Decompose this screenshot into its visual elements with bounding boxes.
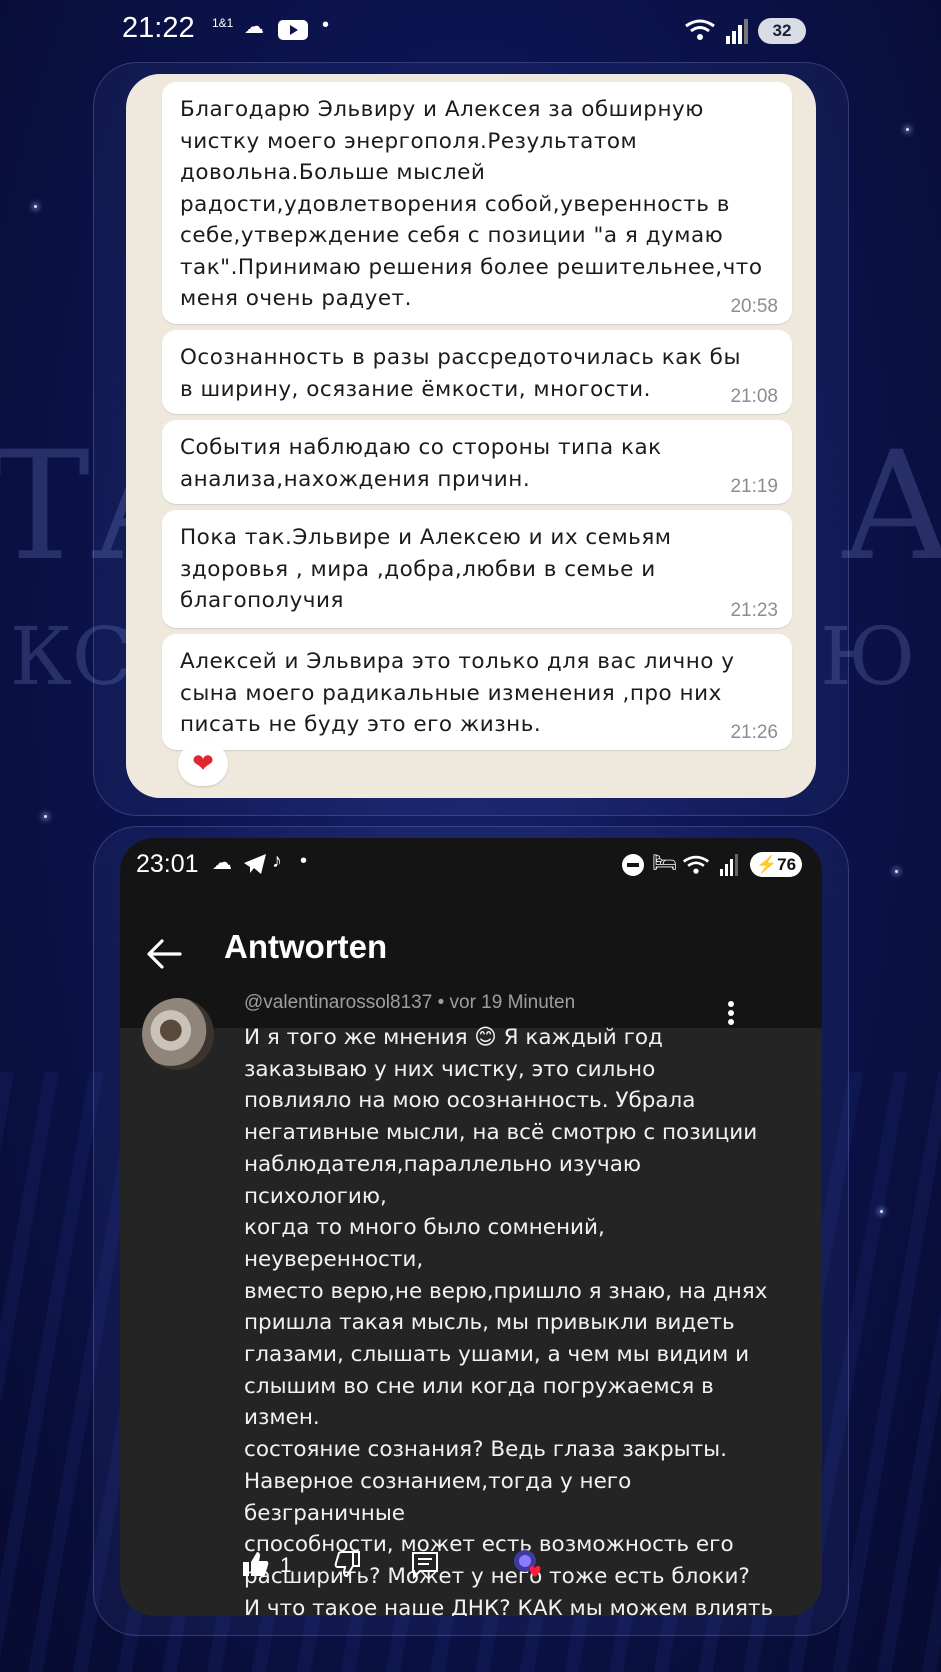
chat-message[interactable]: Пока так.Эльвире и Алексею и их семьям з… xyxy=(162,510,792,628)
battery-indicator: ⚡76 xyxy=(750,852,802,877)
chat-screenshot: Благодарю Эльвиру и Алексея за обширную … xyxy=(126,74,816,798)
chat-message[interactable]: Благодарю Эльвиру и Алексея за обширную … xyxy=(162,82,792,324)
cloud-icon: ☁ xyxy=(244,16,264,38)
chat-message[interactable]: Алексей и Эльвира это только для вас лич… xyxy=(162,634,792,750)
message-time: 21:23 xyxy=(730,600,778,621)
message-text: Алексей и Эльвира это только для вас лич… xyxy=(180,649,735,737)
page-title: Antworten xyxy=(224,928,388,965)
bed-icon: 🛏 xyxy=(652,852,678,874)
wifi-icon xyxy=(684,18,716,46)
battery-indicator: 32 xyxy=(758,18,806,44)
message-text: Пока так.Эльвире и Алексею и их семьям з… xyxy=(180,525,672,613)
chat-message[interactable]: Осознанность в разы рассредоточилась как… xyxy=(162,330,792,414)
tiktok-icon: ♪ xyxy=(272,850,282,872)
thumbs-down-icon[interactable] xyxy=(332,1550,360,1584)
like-count: 1 xyxy=(280,1554,292,1577)
telegram-icon xyxy=(244,854,266,878)
message-text: Осознанность в разы рассредоточилась как… xyxy=(180,345,741,402)
cloud-icon: ☁ xyxy=(212,852,232,874)
reply-icon[interactable] xyxy=(410,1550,440,1584)
message-text: События наблюдаю со стороны типа как ана… xyxy=(180,435,662,492)
back-arrow-icon[interactable] xyxy=(144,934,184,974)
yt-status-bar: 23:01 ☁ ♪ • 🛏 ⚡76 xyxy=(120,838,822,894)
comment-meta[interactable]: @valentinarossol8137 • vor 19 Minuten xyxy=(244,992,575,1014)
dot-icon: • xyxy=(300,850,308,872)
youtube-screenshot: 23:01 ☁ ♪ • 🛏 ⚡76 Antworten @valentinaro… xyxy=(120,838,822,1616)
message-text: Благодарю Эльвиру и Алексея за обширную … xyxy=(180,97,763,311)
status-time: 21:22 xyxy=(122,12,195,44)
youtube-icon xyxy=(278,20,308,40)
status-bar: 21:22 1&1 ☁ • 32 xyxy=(0,0,941,60)
thumbs-up-icon[interactable] xyxy=(242,1550,270,1584)
star xyxy=(895,870,898,873)
signal-icon xyxy=(726,18,750,48)
star xyxy=(906,128,909,131)
star xyxy=(880,1210,883,1213)
message-time: 21:26 xyxy=(730,722,778,743)
yt-status-time: 23:01 xyxy=(136,850,199,878)
heart-reaction-icon[interactable]: ❤ xyxy=(178,742,228,786)
message-time: 21:19 xyxy=(730,476,778,497)
star xyxy=(44,815,47,818)
dnd-icon xyxy=(622,854,644,876)
chat-message[interactable]: События наблюдаю со стороны типа как ана… xyxy=(162,420,792,504)
comment-text: И я того же мнения 😊 Я каждый год заказы… xyxy=(244,1025,774,1616)
message-time: 20:58 xyxy=(730,296,778,317)
star xyxy=(34,205,37,208)
avatar[interactable] xyxy=(142,998,214,1070)
background-watermark-letters-right: АП xyxy=(840,420,941,594)
wifi-icon xyxy=(682,854,710,880)
creator-heart-icon xyxy=(512,1548,546,1582)
carrier-label: 1&1 xyxy=(212,16,234,30)
signal-icon xyxy=(720,854,740,880)
battery-level: 76 xyxy=(777,855,797,874)
message-time: 21:08 xyxy=(730,386,778,407)
dot-icon: • xyxy=(322,14,330,36)
